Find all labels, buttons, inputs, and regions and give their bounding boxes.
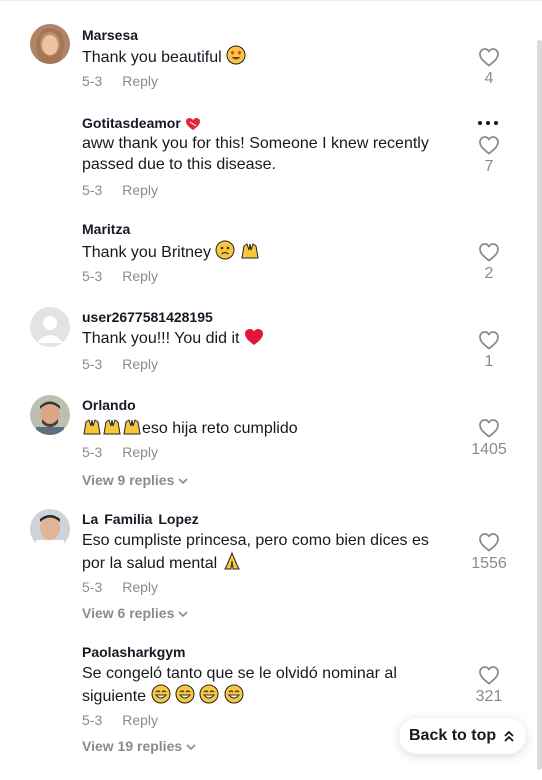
view-replies-button[interactable]: View 19 replies: [82, 738, 196, 754]
like-count: 1405: [471, 441, 507, 458]
chevron-down-icon: [178, 478, 188, 484]
like-count: 1556: [471, 555, 507, 572]
view-replies-label: View 6 replies: [82, 605, 175, 621]
comment-text-body: Thank you!!! You did it: [82, 330, 240, 347]
like-button[interactable]: 321: [459, 666, 519, 706]
comment-text: Thank you!!! You did it: [82, 328, 452, 352]
comment-username[interactable]: Orlando: [82, 397, 136, 413]
heart-icon[interactable]: [479, 533, 499, 552]
comment-meta: 5-3 Reply: [82, 712, 158, 728]
comment-username[interactable]: user2677581428195: [82, 309, 213, 325]
like-button[interactable]: 2: [459, 243, 519, 283]
comment-username[interactable]: Maritza: [82, 221, 130, 237]
comment-text-body: eso hija reto cumplido: [142, 420, 298, 437]
red-heart-emoji-icon: [244, 328, 264, 352]
back-to-top-button[interactable]: Back to top: [399, 718, 526, 754]
comment-text: Thank you Britney: [82, 240, 452, 266]
comment-username[interactable]: Gotitasdeamor: [82, 115, 201, 134]
comment-text-body: Thank you beautiful: [82, 49, 222, 66]
folded-hands-emoji-icon: [222, 551, 242, 577]
avatar[interactable]: [30, 509, 70, 549]
comment-username-text: Gotitasdeamor: [82, 115, 181, 131]
comment-date: 5-3: [82, 356, 103, 372]
heart-icon[interactable]: [479, 48, 499, 67]
grinning-sweat-emoji-icon: [199, 684, 219, 710]
reply-button[interactable]: Reply: [122, 73, 158, 89]
heart-icon[interactable]: [479, 666, 499, 685]
reply-button[interactable]: Reply: [122, 356, 158, 372]
comment-meta: 5-3 Reply: [82, 73, 158, 89]
like-button[interactable]: 1405: [459, 419, 519, 459]
heart-eyes-emoji-icon: [226, 45, 246, 71]
raising-hands-emoji-icon: [122, 416, 142, 442]
grinning-sweat-emoji-icon: [151, 684, 171, 710]
like-button[interactable]: 7: [459, 136, 519, 176]
avatar[interactable]: [30, 307, 70, 347]
comment-text: aww thank you for this! Someone I knew r…: [82, 135, 429, 173]
like-count: 4: [484, 70, 494, 87]
comment-username[interactable]: Paolasharkgym: [82, 644, 186, 660]
comment-meta: 5-3 Reply: [82, 356, 158, 372]
view-replies-button[interactable]: View 6 replies: [82, 605, 188, 621]
comment-text: Se congeló tanto que se le olvidó nomina…: [82, 663, 452, 710]
view-replies-label: View 9 replies: [82, 472, 175, 488]
comment-date: 5-3: [82, 579, 103, 595]
raising-hands-emoji-icon: [102, 416, 122, 442]
comment-date: 5-3: [82, 182, 103, 198]
view-replies-label: View 19 replies: [82, 738, 183, 754]
grinning-sweat-emoji-icon: [224, 684, 244, 710]
comment-date: 5-3: [82, 73, 103, 89]
like-button[interactable]: 1556: [459, 533, 519, 573]
heart-icon[interactable]: [479, 419, 499, 438]
heart-icon[interactable]: [479, 136, 499, 155]
reply-button[interactable]: Reply: [122, 268, 158, 284]
reply-button[interactable]: Reply: [122, 444, 158, 460]
comment-date: 5-3: [82, 712, 103, 728]
like-count: 1: [484, 353, 494, 370]
reply-button[interactable]: Reply: [122, 712, 158, 728]
top-divider: [0, 0, 542, 1]
comment-meta: 5-3 Reply: [82, 444, 158, 460]
like-button[interactable]: 4: [459, 48, 519, 88]
comment-text: Thank you beautiful: [82, 45, 452, 71]
back-to-top-label: Back to top: [409, 727, 497, 744]
comment-meta: 5-3 Reply: [82, 268, 158, 284]
reply-button[interactable]: Reply: [122, 579, 158, 595]
comment-date: 5-3: [82, 444, 103, 460]
like-count: 7: [484, 158, 494, 175]
reply-button[interactable]: Reply: [122, 182, 158, 198]
comment-text-body: Eso cumpliste princesa, pero como bien d…: [82, 532, 429, 572]
heart-icon[interactable]: [479, 243, 499, 262]
raising-hands-emoji-icon: [82, 416, 102, 442]
more-options-button[interactable]: [478, 115, 500, 131]
comment-text-body: Thank you Britney: [82, 244, 211, 261]
avatar[interactable]: [30, 395, 70, 435]
comment-meta: 5-3 Reply: [82, 182, 158, 198]
raising-hands-emoji-icon: [240, 240, 260, 266]
double-chevron-up-icon: [504, 730, 514, 742]
like-count: 321: [475, 688, 503, 705]
chevron-down-icon: [186, 744, 196, 750]
comment-date: 5-3: [82, 268, 103, 284]
grinning-sweat-emoji-icon: [175, 684, 195, 710]
view-replies-button[interactable]: View 9 replies: [82, 472, 188, 488]
comment-text: Eso cumpliste princesa, pero como bien d…: [82, 530, 452, 577]
comment-meta: 5-3 Reply: [82, 579, 158, 595]
comment-username[interactable]: Marsesa: [82, 27, 138, 43]
like-button[interactable]: 1: [459, 331, 519, 371]
comment-username[interactable]: La Familia Lopez: [82, 511, 199, 527]
sparkling-heart-icon: [185, 117, 201, 134]
sad-face-emoji-icon: [215, 240, 235, 266]
like-count: 2: [484, 265, 494, 282]
comment-text: eso hija reto cumplido: [82, 416, 452, 442]
chevron-down-icon: [178, 611, 188, 617]
avatar[interactable]: [30, 24, 70, 64]
scrollbar[interactable]: [537, 40, 542, 770]
heart-icon[interactable]: [479, 331, 499, 350]
